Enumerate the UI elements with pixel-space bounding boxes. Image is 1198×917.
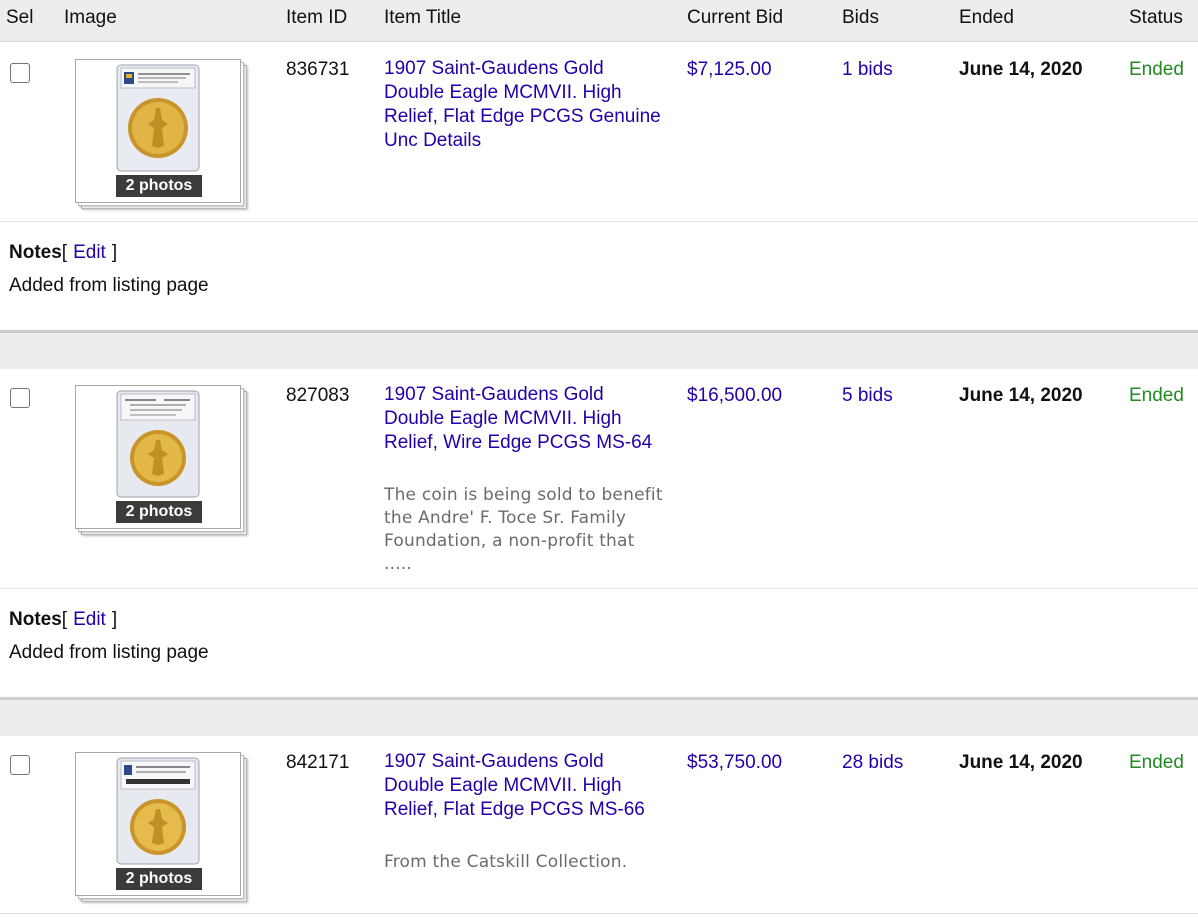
pcgs-gold-coin-slab-image[interactable]: 2 photos <box>75 752 241 896</box>
ended-date: June 14, 2020 <box>959 752 1083 773</box>
column-header-current-bid[interactable]: Current Bid <box>687 7 783 29</box>
item-title-link[interactable]: 1907 Saint-Gaudens Gold Double Eagle MCM… <box>384 750 669 822</box>
bid-count-link[interactable]: 1 bids <box>842 59 893 81</box>
coin-slab-icon <box>116 390 200 498</box>
column-header-status[interactable]: Status <box>1129 7 1183 29</box>
notes-section: Notes[Edit] Added from listing page <box>0 222 1198 332</box>
current-bid-link[interactable]: $53,750.00 <box>687 752 782 774</box>
list-item: 2 photos 836731 1907 Saint-Gaudens Gold … <box>0 43 1198 332</box>
item-description: From the Catskill Collection. <box>384 852 628 872</box>
bid-count-link[interactable]: 28 bids <box>842 752 903 774</box>
notes-bracket-open: [ <box>61 242 68 263</box>
status-badge: Ended <box>1129 385 1184 406</box>
pcgs-gold-coin-slab-image[interactable]: 2 photos <box>75 59 241 203</box>
coin-slab-icon <box>116 757 200 865</box>
table-header: Sel Image Item ID Item Title Current Bid… <box>0 0 1198 42</box>
photo-count-badge: 2 photos <box>116 175 202 197</box>
notes-bracket-close: ] <box>111 242 118 263</box>
bid-count-link[interactable]: 5 bids <box>842 385 893 407</box>
item-title-link[interactable]: 1907 Saint-Gaudens Gold Double Eagle MCM… <box>384 383 669 455</box>
table-row: 2 photos 842171 1907 Saint-Gaudens Gold … <box>0 736 1198 914</box>
notes-bracket-open: [ <box>61 609 68 630</box>
photo-count-badge: 2 photos <box>116 868 202 890</box>
notes-bracket-close: ] <box>111 609 118 630</box>
current-bid-link[interactable]: $7,125.00 <box>687 59 772 81</box>
column-header-ended[interactable]: Ended <box>959 7 1014 29</box>
item-thumbnail[interactable]: 2 photos <box>75 752 247 902</box>
notes-text: Added from listing page <box>9 275 209 296</box>
notes-label: Notes <box>9 242 62 263</box>
notes-header: Notes[Edit] <box>9 609 117 631</box>
item-id: 842171 <box>286 752 350 773</box>
pcgs-gold-coin-slab-image[interactable]: 2 photos <box>75 385 241 529</box>
select-checkbox[interactable] <box>10 755 30 775</box>
item-id: 827083 <box>286 385 350 406</box>
ended-date: June 14, 2020 <box>959 385 1083 406</box>
item-description: The coin is being sold to benefit the An… <box>384 485 663 574</box>
list-item: 2 photos 827083 1907 Saint-Gaudens Gold … <box>0 369 1198 699</box>
current-bid-link[interactable]: $16,500.00 <box>687 385 782 407</box>
item-thumbnail[interactable]: 2 photos <box>75 59 247 209</box>
status-badge: Ended <box>1129 752 1184 773</box>
status-badge: Ended <box>1129 59 1184 80</box>
column-header-image: Image <box>64 7 117 28</box>
item-title-link[interactable]: 1907 Saint-Gaudens Gold Double Eagle MCM… <box>384 57 669 153</box>
photo-count-badge: 2 photos <box>116 501 202 523</box>
notes-edit-link[interactable]: Edit <box>73 242 106 263</box>
select-checkbox[interactable] <box>10 388 30 408</box>
notes-section: Notes[Edit] Added from listing page <box>0 589 1198 699</box>
column-header-item-title[interactable]: Item Title <box>384 7 461 29</box>
item-thumbnail[interactable]: 2 photos <box>75 385 247 535</box>
coin-slab-icon <box>116 64 200 172</box>
notes-edit-link[interactable]: Edit <box>73 609 106 630</box>
item-id: 836731 <box>286 59 350 80</box>
row-separator <box>0 332 1198 369</box>
list-item: 2 photos 842171 1907 Saint-Gaudens Gold … <box>0 736 1198 917</box>
row-separator <box>0 699 1198 736</box>
table-row: 2 photos 836731 1907 Saint-Gaudens Gold … <box>0 43 1198 222</box>
column-header-sel: Sel <box>6 7 34 28</box>
select-checkbox[interactable] <box>10 63 30 83</box>
table-row: 2 photos 827083 1907 Saint-Gaudens Gold … <box>0 369 1198 589</box>
notes-header: Notes[Edit] <box>9 242 117 264</box>
column-header-bids[interactable]: Bids <box>842 7 879 29</box>
notes-label: Notes <box>9 609 62 630</box>
ended-date: June 14, 2020 <box>959 59 1083 80</box>
notes-text: Added from listing page <box>9 642 209 663</box>
column-header-item-id[interactable]: Item ID <box>286 7 347 29</box>
